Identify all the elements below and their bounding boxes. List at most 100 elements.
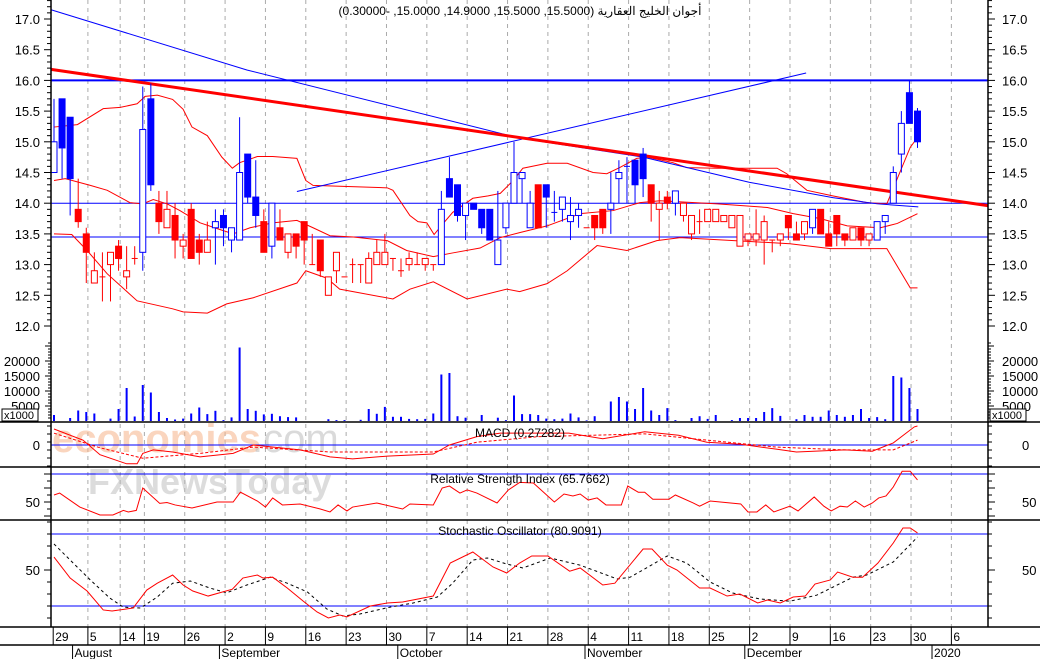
candle-body	[744, 233, 752, 241]
price-tick-label-right: 15.0	[1002, 135, 1027, 150]
date-tick-label: 26	[187, 630, 201, 644]
candle-body	[615, 172, 623, 180]
candle	[373, 240, 381, 266]
rsi-tick-label-left: 50	[26, 495, 40, 510]
candle	[365, 252, 373, 284]
date-tick-label: 23	[348, 630, 362, 644]
price-tick-label-left: 16.5	[15, 43, 40, 58]
candle-body	[66, 116, 74, 180]
candle	[833, 214, 841, 247]
date-tick-label: 7	[429, 630, 436, 644]
candle-body	[712, 208, 720, 223]
candle-body	[639, 153, 647, 180]
bollinger-upper	[53, 94, 918, 236]
candle-body	[607, 202, 615, 210]
candle-body	[244, 153, 252, 198]
candle-body	[792, 233, 800, 241]
candle	[841, 233, 849, 247]
candle-body	[82, 233, 90, 253]
candle-body	[74, 208, 82, 223]
month-label: August	[75, 646, 113, 659]
candle	[405, 252, 413, 271]
date-tick-label: 6	[953, 630, 960, 644]
candle	[58, 98, 66, 179]
candle	[558, 196, 566, 222]
candle-body	[849, 227, 857, 241]
date-tick-label: 25	[711, 630, 725, 644]
candle-body	[300, 221, 308, 241]
candle-body	[252, 196, 260, 216]
candle-body	[913, 110, 921, 143]
candle	[478, 208, 486, 234]
candle	[889, 166, 897, 204]
candle	[728, 214, 736, 229]
candle-body	[445, 178, 453, 198]
candle	[389, 257, 396, 271]
candle	[414, 252, 421, 266]
candle	[631, 159, 639, 204]
candle	[655, 190, 663, 241]
candle-body	[841, 233, 849, 241]
candle-body	[784, 214, 792, 229]
candle-body	[728, 214, 736, 229]
candle	[865, 233, 873, 247]
candle-body	[663, 196, 671, 204]
candle-body	[809, 208, 817, 229]
candle-body	[58, 98, 66, 149]
candle-body	[203, 239, 211, 253]
candle-body	[171, 214, 179, 241]
stochastic-d-line	[53, 536, 918, 617]
candle-body	[163, 208, 171, 229]
candle-body	[155, 202, 163, 223]
candle-body	[720, 214, 728, 223]
candle	[421, 257, 429, 271]
candle	[437, 190, 445, 266]
candle-body	[123, 270, 131, 278]
date-tick-label: 30	[388, 630, 402, 644]
price-panel	[50, 9, 988, 314]
watermark-dotcom: .com	[252, 417, 339, 461]
date-tick-label: 2	[752, 630, 759, 644]
candle-body	[897, 122, 905, 155]
candle-body	[647, 184, 655, 204]
price-tick-label-left: 12.5	[15, 288, 40, 303]
macd-tick-label-right: 0	[1022, 438, 1029, 453]
candle	[526, 190, 534, 229]
candle-body	[655, 202, 663, 210]
candle-body	[478, 208, 486, 229]
chart-title: أجوان الخليج العقارية (15.5000, 15.5000,…	[339, 3, 702, 18]
price-tick-label-left: 15.5	[15, 104, 40, 119]
price-tick-label-right: 12.5	[1002, 288, 1027, 303]
candle-body	[566, 214, 574, 223]
candle	[849, 227, 857, 241]
candle	[316, 239, 324, 277]
date-tick-label: 14	[122, 630, 136, 644]
candle-body	[90, 270, 98, 284]
volume-tick-label-right: 10000	[1002, 384, 1038, 399]
rsi-tick-label-right: 50	[1022, 495, 1036, 510]
price-tick-label-left: 12.0	[15, 319, 40, 334]
stochastic-tick-label-right: 50	[1022, 563, 1036, 578]
candle-body	[889, 172, 897, 204]
volume-panel	[53, 347, 919, 421]
candle	[106, 251, 114, 302]
candle	[187, 203, 195, 259]
candle-body	[421, 257, 429, 266]
candle-body	[865, 233, 873, 241]
candle-body	[139, 129, 147, 253]
candle-body	[268, 202, 276, 247]
price-tick-label-left: 13.0	[15, 258, 40, 273]
candle	[268, 202, 276, 259]
volume-tick-label-left: 10000	[4, 384, 40, 399]
price-tick-label-right: 17.0	[1002, 12, 1027, 27]
candle-body	[873, 221, 881, 241]
date-tick-label: 5	[90, 630, 97, 644]
month-label: October	[400, 646, 443, 659]
candle-body	[179, 239, 187, 247]
price-tick-label-right: 14.0	[1002, 196, 1027, 211]
candle	[494, 190, 502, 266]
date-tick-label: 28	[550, 630, 564, 644]
stochastic-k-line	[53, 527, 918, 619]
candle-body	[147, 98, 155, 186]
candle-body	[437, 208, 445, 266]
